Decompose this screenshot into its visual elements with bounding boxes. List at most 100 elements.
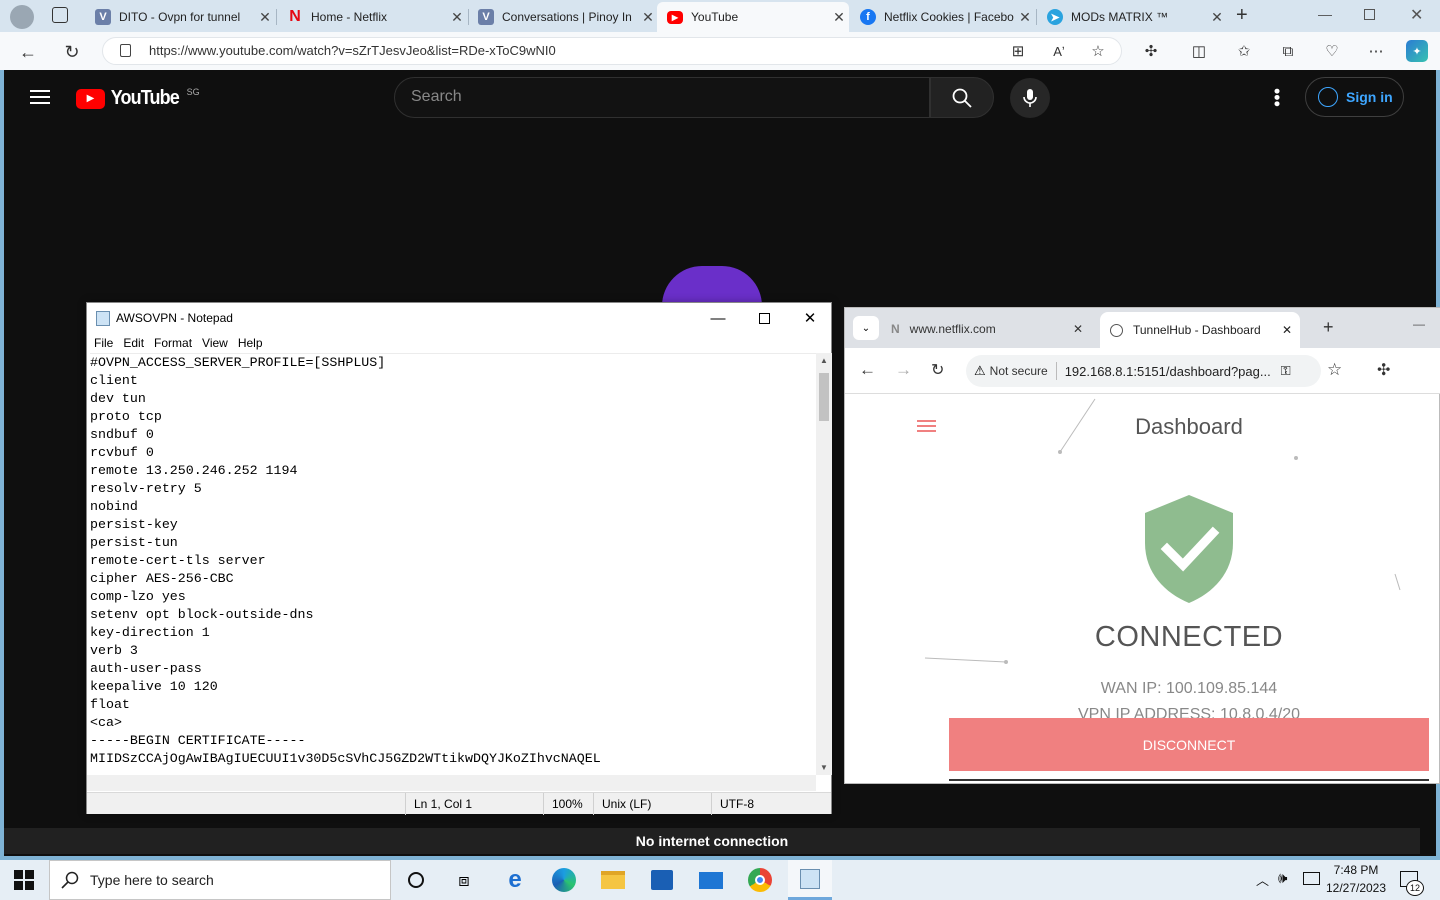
youtube-icon: ▶: [667, 10, 683, 24]
close-button[interactable]: ✕: [787, 303, 833, 333]
url-text: https://www.youtube.com/watch?v=sZrTJesv…: [149, 43, 556, 58]
maximize-button[interactable]: [741, 303, 787, 333]
notepad-line: MIIDSzCCAjOgAwIBAgIUECUUI1v30D5cSVhCJ5GZ…: [90, 751, 601, 766]
clock-date[interactable]: 12/27/2023: [1322, 881, 1390, 895]
close-icon[interactable]: ✕: [447, 9, 467, 26]
new-tab-button[interactable]: +: [1323, 317, 1334, 338]
notepad-text-area[interactable]: #OVPN_ACCESS_SERVER_PROFILE=[SSHPLUS] cli…: [90, 353, 816, 775]
menu-file[interactable]: File: [94, 336, 113, 350]
hamburger-menu-icon[interactable]: [30, 90, 50, 104]
notepad-line: verb 3: [90, 643, 138, 658]
close-icon[interactable]: ✕: [1073, 322, 1083, 336]
menu-edit[interactable]: Edit: [123, 336, 144, 350]
mail-icon[interactable]: [693, 864, 729, 896]
forward-button[interactable]: →: [895, 360, 912, 380]
minimize-button[interactable]: —: [1318, 6, 1332, 22]
microsoft-store-icon[interactable]: [644, 864, 680, 896]
volume-icon[interactable]: 🕪: [1278, 870, 1287, 887]
tab-dito[interactable]: V DITO - Ovpn for tunnel ✕: [85, 2, 275, 32]
horizontal-scrollbar[interactable]: [87, 775, 816, 791]
close-icon[interactable]: ✕: [1015, 9, 1035, 26]
notepad-line: -----BEGIN CERTIFICATE-----: [90, 733, 306, 748]
close-icon[interactable]: ✕: [1207, 9, 1227, 26]
notification-count: 12: [1406, 880, 1424, 896]
close-icon[interactable]: ✕: [638, 9, 658, 26]
account-icon: [1318, 87, 1338, 107]
chrome-icon[interactable]: [742, 864, 778, 896]
cortana-icon[interactable]: [398, 864, 434, 896]
notepad-window: AWSOVPN - Notepad — ✕ File Edit Format V…: [86, 302, 833, 815]
search-icon: [61, 871, 79, 889]
restore-button[interactable]: [1364, 9, 1375, 20]
more-menu-icon[interactable]: ⋯: [1365, 40, 1387, 62]
tab-mods-matrix[interactable]: ➤ MODs MATRIX ™ ✕: [1037, 2, 1227, 32]
search-input[interactable]: [394, 77, 930, 118]
minimize-button[interactable]: —: [695, 303, 741, 333]
globe-icon: [1110, 323, 1123, 337]
minimize-button[interactable]: —: [1413, 317, 1425, 331]
show-hidden-icons[interactable]: ︿: [1256, 870, 1269, 889]
tab-actions-icon[interactable]: [52, 7, 68, 23]
sign-in-button[interactable]: Sign in: [1305, 77, 1404, 117]
browser-essentials-icon[interactable]: ♡: [1321, 40, 1343, 62]
chrome-tab-strip: ⌄ N www.netflix.com ✕ TunnelHub - Dashbo…: [845, 308, 1440, 348]
tab-tunnelhub[interactable]: TunnelHub - Dashboard ✕: [1100, 312, 1300, 348]
vertical-scrollbar[interactable]: ▲ ▼: [816, 353, 832, 775]
address-bar[interactable]: ⚠ Not secure 192.168.8.1:5151/dashboard?…: [966, 355, 1321, 387]
line-ending: Unix (LF): [593, 793, 711, 815]
start-button[interactable]: [14, 870, 34, 890]
edge-legacy-icon[interactable]: e: [497, 864, 533, 896]
close-icon[interactable]: ✕: [1282, 323, 1292, 337]
close-window-button[interactable]: ✕: [1410, 5, 1423, 25]
key-icon[interactable]: ⚿: [1281, 363, 1291, 379]
notepad-line: key-direction 1: [90, 625, 210, 640]
close-icon[interactable]: ✕: [829, 9, 849, 26]
youtube-logo[interactable]: ▶ YouTube SG: [76, 87, 200, 110]
menu-format[interactable]: Format: [154, 336, 192, 350]
menu-view[interactable]: View: [202, 336, 228, 350]
voice-search-button[interactable]: [1010, 78, 1050, 118]
notepad-line: dev tun: [90, 391, 146, 406]
profile-avatar[interactable]: [10, 5, 34, 29]
edge-icon[interactable]: [546, 864, 582, 896]
extensions-icon[interactable]: ✣: [1140, 40, 1162, 62]
notepad-line: client: [90, 373, 138, 388]
notepad-line: remote 13.250.246.252 1194: [90, 463, 298, 478]
task-view-icon[interactable]: ⧈: [446, 864, 482, 896]
tab-search-button[interactable]: ⌄: [853, 316, 879, 340]
back-button[interactable]: ←: [15, 39, 41, 65]
network-icon[interactable]: [1303, 872, 1320, 885]
split-screen-icon[interactable]: ◫: [1188, 40, 1210, 62]
copilot-icon[interactable]: ✦: [1406, 40, 1428, 62]
reload-button[interactable]: ↻: [59, 39, 85, 65]
reload-button[interactable]: ↻: [931, 360, 944, 380]
notepad-taskbar-icon[interactable]: [788, 860, 832, 900]
wan-ip: WAN IP: 100.109.85.144: [1100, 680, 1278, 697]
disconnect-button[interactable]: DISCONNECT: [949, 718, 1429, 771]
close-icon[interactable]: ✕: [255, 9, 275, 26]
tab-netflix-cookies[interactable]: f Netflix Cookies | Facebo ✕: [850, 2, 1035, 32]
vpn-ip: VPN IP ADDRESS: 10.8.0.4/20: [1077, 706, 1301, 718]
bookmark-star-icon[interactable]: ☆: [1327, 360, 1342, 380]
notepad-line: keepalive 10 120: [90, 679, 218, 694]
collections-icon[interactable]: ⧉: [1277, 40, 1299, 62]
file-explorer-icon[interactable]: [595, 864, 631, 896]
taskbar-search-input[interactable]: Type here to search: [49, 860, 391, 900]
lock-icon: [120, 44, 131, 57]
tab-youtube[interactable]: ▶ YouTube ✕: [657, 2, 849, 32]
read-aloud-icon[interactable]: A͏ʼ: [1048, 40, 1070, 62]
settings-more-icon[interactable]: •••: [1267, 88, 1287, 107]
back-button[interactable]: ←: [859, 360, 876, 380]
apps-icon[interactable]: ⊞: [1007, 40, 1029, 62]
new-tab-button[interactable]: +: [1236, 4, 1248, 27]
tab-netflix[interactable]: N Home - Netflix ✕: [277, 2, 467, 32]
favorites-icon[interactable]: ✩: [1233, 40, 1255, 62]
search-button[interactable]: [930, 77, 994, 118]
tab-netflix[interactable]: N www.netflix.com ✕: [891, 314, 1091, 344]
menu-help[interactable]: Help: [238, 336, 263, 350]
notepad-line: proto tcp: [90, 409, 162, 424]
favorite-star-icon[interactable]: ☆: [1087, 40, 1109, 62]
tab-conversations[interactable]: V Conversations | Pinoy In ✕: [468, 2, 658, 32]
clock-time[interactable]: 7:48 PM: [1326, 863, 1386, 877]
extensions-icon[interactable]: ✣: [1377, 360, 1390, 380]
